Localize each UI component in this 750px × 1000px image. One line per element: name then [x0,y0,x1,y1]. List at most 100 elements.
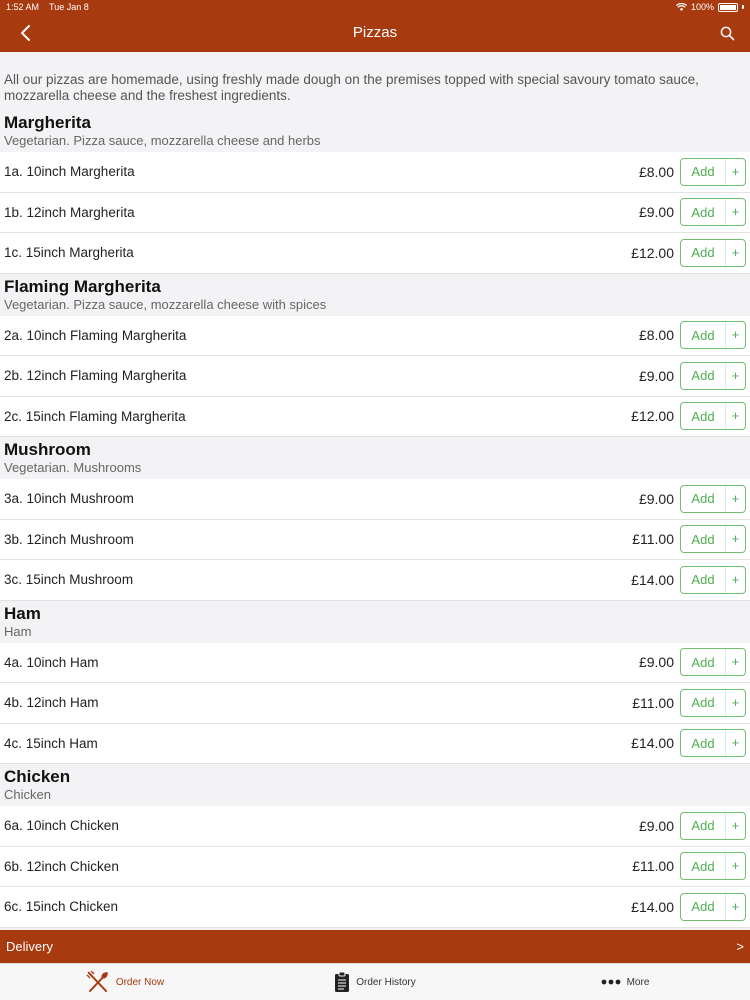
menu-item-price: £9.00 [638,490,674,507]
nav-bar: Pizzas [0,14,750,52]
add-to-cart-button[interactable]: Add + [680,688,746,717]
chevron-left-icon [21,25,30,41]
section-description: Ham [4,623,32,639]
menu-item-price: £11.00 [632,858,674,875]
add-button-label: Add [691,695,715,711]
menu-item-price: £14.00 [631,735,674,752]
section-title: Mushroom [4,440,91,459]
battery-percent: 100% [690,2,714,12]
add-button-label: Add [691,899,715,915]
menu-item-price: £9.00 [638,367,674,384]
menu-item-price: £14.00 [631,571,674,588]
add-button-label: Add [691,491,715,507]
add-button-label: Add [691,735,715,751]
add-to-cart-button[interactable]: Add + [680,157,746,186]
menu-item-row[interactable]: 3c. 15inch Mushroom £14.00 Add + [0,560,750,601]
back-button[interactable] [12,20,38,46]
section-title: Ham [4,603,41,623]
search-button[interactable] [716,22,738,44]
add-button-label: Add [691,164,715,180]
menu-item-row[interactable]: 4b. 12inch Ham £11.00 Add + [0,683,750,724]
battery-icon [718,2,738,12]
menu-item-name: 1c. 15inch Margherita [4,245,134,261]
add-to-cart-button[interactable]: Add + [680,852,746,881]
add-to-cart-button[interactable]: Add + [680,238,746,267]
add-to-cart-button[interactable]: Add + [680,484,746,513]
menu-item-name: 4b. 12inch Ham [4,695,99,711]
menu-item-price: £11.00 [632,531,674,548]
menu-item-name: 6b. 12inch Chicken [4,858,119,874]
tab-order-now[interactable]: Order Now [0,964,250,1000]
section-description: Vegetarian. Mushrooms [4,460,142,475]
menu-item-row[interactable]: 6a. 10inch Chicken £9.00 Add + [0,806,750,847]
menu-item-row[interactable]: 4a. 10inch Ham £9.00 Add + [0,642,750,683]
plus-icon: + [725,199,745,226]
add-to-cart-button[interactable]: Add + [680,565,746,594]
chevron-right-icon: > [736,939,744,954]
menu-item-price: £9.00 [638,817,674,834]
add-to-cart-button[interactable]: Add + [680,402,746,431]
plus-icon: + [725,322,745,349]
menu-item-name: 6c. 15inch Chicken [4,899,119,915]
add-to-cart-button[interactable]: Add + [680,321,746,350]
tab-more-label: More [626,976,650,988]
menu-item-price: £11.00 [632,694,674,711]
plus-icon: + [725,689,745,716]
plus-icon: + [725,403,745,430]
menu-item-name: 1b. 12inch Margherita [4,204,135,220]
section-description: Vegetarian. Pizza sauce, mozzarella chee… [4,133,321,148]
plus-icon: + [725,566,745,593]
add-to-cart-button[interactable]: Add + [680,361,746,390]
clipboard-icon [335,971,350,992]
tab-bar: Order Now Order History More [0,963,750,1000]
section-description: Chicken [4,787,51,802]
add-button-label: Add [691,531,715,547]
menu-item-row[interactable]: 3b. 12inch Mushroom £11.00 Add + [0,519,750,560]
menu-item-name: 2a. 10inch Flaming Margherita [4,327,187,343]
add-button-label: Add [691,245,715,261]
menu-item-row[interactable]: 2c. 15inch Flaming Margherita £12.00 Add + [0,396,750,437]
menu-item-price: £14.00 [631,898,674,915]
menu-content[interactable]: All our pizzas are homemade, using fresh… [0,52,750,930]
add-button-label: Add [691,572,715,588]
add-button-label: Add [691,654,715,670]
plus-icon: + [725,239,745,266]
plus-icon: + [725,649,745,676]
delivery-label: Delivery [6,939,53,954]
plus-icon: + [725,485,745,512]
menu-item-row[interactable]: 2b. 12inch Flaming Margherita £9.00 Add + [0,356,750,397]
menu-item-row[interactable]: 2a. 10inch Flaming Margherita £8.00 Add + [0,315,750,356]
add-to-cart-button[interactable]: Add + [680,198,746,227]
add-to-cart-button[interactable]: Add + [680,525,746,554]
add-button-label: Add [691,327,715,343]
tab-order-history-label: Order History [356,976,416,988]
menu-item-row[interactable]: 6b. 12inch Chicken £11.00 Add + [0,846,750,887]
tab-order-history[interactable]: Order History [250,964,500,1000]
add-to-cart-button[interactable]: Add + [680,811,746,840]
status-bar: 1:52 AM Tue Jan 8 100% [0,0,750,14]
add-to-cart-button[interactable]: Add + [680,648,746,677]
status-date: Tue Jan 8 [49,2,89,12]
section-header: Mushroom Vegetarian. Mushrooms [0,437,750,479]
menu-item-row[interactable]: 1c. 15inch Margherita £12.00 Add + [0,233,750,274]
menu-item-row[interactable]: 4c. 15inch Ham £14.00 Add + [0,723,750,764]
tab-order-now-label: Order Now [115,976,165,988]
menu-item-row[interactable]: 1a. 10inch Margherita £8.00 Add + [0,152,750,193]
menu-item-name: 3a. 10inch Mushroom [4,491,134,507]
menu-item-name: 4a. 10inch Ham [4,654,99,670]
add-to-cart-button[interactable]: Add + [680,892,746,921]
section-title: Flaming Margherita [4,276,161,296]
menu-item-row[interactable]: 3a. 10inch Mushroom £9.00 Add + [0,479,750,520]
add-button-label: Add [691,408,715,424]
section-description: Vegetarian. Pizza sauce, mozzarella chee… [4,296,327,312]
menu-item-name: 3c. 15inch Mushroom [4,572,134,588]
menu-item-name: 3b. 12inch Mushroom [4,531,134,547]
add-to-cart-button[interactable]: Add + [680,729,746,758]
menu-item-row[interactable]: 6c. 15inch Chicken £14.00 Add + [0,887,750,928]
section-header: Margherita Vegetarian. Pizza sauce, mozza… [0,110,750,152]
menu-item-row[interactable]: 1b. 12inch Margherita £9.00 Add + [0,192,750,233]
menu-item-price: £8.00 [638,327,674,344]
tab-more[interactable]: More [500,964,750,1000]
menu-item-price: £12.00 [631,244,674,261]
delivery-bar[interactable]: Delivery > [0,930,750,963]
